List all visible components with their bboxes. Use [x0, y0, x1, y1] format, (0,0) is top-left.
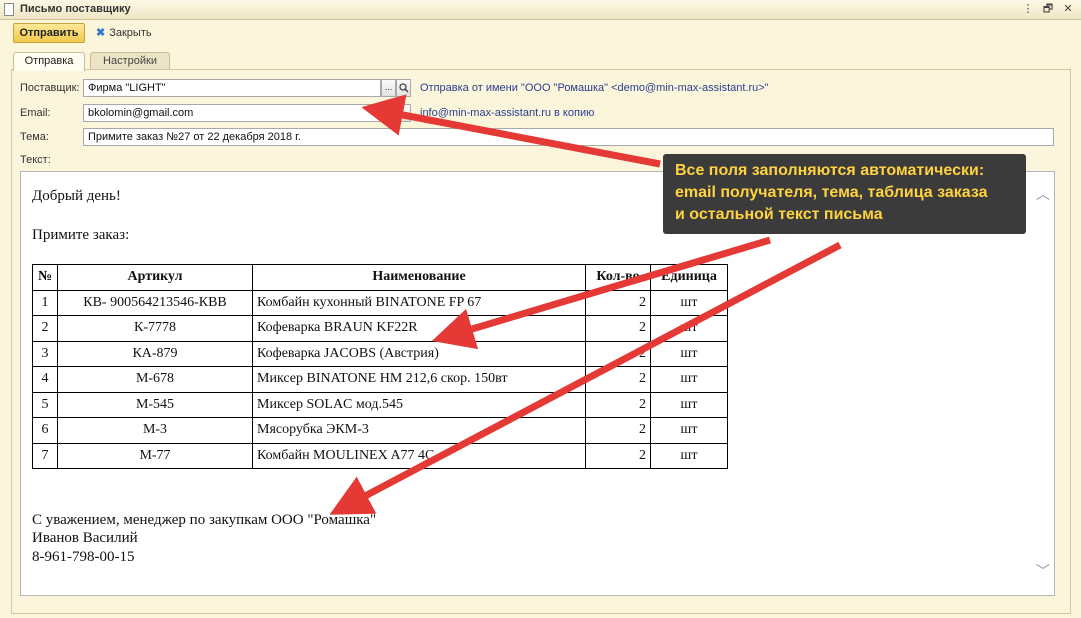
letter-intro: Примите заказ: [32, 227, 130, 243]
supplier-field[interactable]: Фирма "LIGHT" [83, 79, 381, 97]
cell-quantity: 2 [585, 315, 651, 342]
cell-unit: шт [650, 289, 728, 316]
cell-name: Кофеварка BRAUN KF22R [252, 315, 586, 342]
signature-line-3: 8-961-798-00-15 [32, 549, 135, 565]
title-bar: Письмо поставщику ⋮ 🗗 ✕ [0, 0, 1081, 20]
close-button-label: Закрыть [109, 27, 152, 39]
header-unit: Единица [650, 264, 728, 291]
cell-unit: шт [650, 340, 728, 367]
cell-name: Комбайн MOULINEX A77 4C [252, 442, 586, 469]
callout-box: Все поля заполняются автоматически: emai… [663, 154, 1026, 234]
search-icon [398, 83, 409, 93]
callout-line-3: и остальной текст письма [675, 206, 883, 223]
document-icon [4, 3, 14, 16]
cell-number: 3 [32, 340, 58, 367]
subject-label: Тема: [20, 131, 49, 143]
cell-quantity: 2 [585, 391, 651, 418]
cell-unit: шт [650, 315, 728, 342]
supplier-label: Поставщик: [20, 82, 80, 94]
cell-name: Кофеварка JACOBS (Австрия) [252, 340, 586, 367]
scroll-up-icon[interactable]: ︿ [1036, 184, 1050, 204]
cell-quantity: 2 [585, 366, 651, 393]
window-title: Письмо поставщику [20, 3, 131, 15]
toolbar: Отправить ✖ Закрыть [0, 21, 1081, 46]
cell-article: М-545 [57, 391, 253, 418]
subject-field[interactable]: Примите заказ №27 от 22 декабря 2018 г. [83, 128, 1054, 146]
table-row: 1 КВ- 900564213546-КВВ Комбайн кухонный … [32, 289, 728, 316]
cell-quantity: 2 [585, 340, 651, 367]
tab-settings[interactable]: Настройки [90, 52, 170, 70]
cell-name: Миксер BINATONE HM 212,6 скор. 150вт [252, 366, 586, 393]
signature-line-2: Иванов Василий [32, 530, 138, 546]
table-row: 7 М-77 Комбайн MOULINEX A77 4C 2 шт [32, 442, 728, 469]
cell-article: М-77 [57, 442, 253, 469]
cell-unit: шт [650, 417, 728, 444]
cell-number: 7 [32, 442, 58, 469]
close-button[interactable]: ✖ Закрыть [96, 26, 152, 39]
cell-number: 2 [32, 315, 58, 342]
signature-line-1: С уважением, менеджер по закупкам ООО "Р… [32, 512, 377, 528]
cc-note: info@min-max-assistant.ru в копию [420, 107, 595, 119]
cell-name: Миксер SOLAC мод.545 [252, 391, 586, 418]
cell-article: К-7778 [57, 315, 253, 342]
more-options-icon[interactable]: ⋮ [1020, 2, 1036, 17]
tab-sending[interactable]: Отправка [13, 52, 85, 71]
letter-greeting: Добрый день! [32, 188, 121, 204]
supplier-search-button[interactable] [396, 79, 411, 97]
email-select-button[interactable] [396, 104, 411, 122]
cell-quantity: 2 [585, 289, 651, 316]
cell-article: КВ- 900564213546-КВВ [57, 289, 253, 316]
cell-number: 5 [32, 391, 58, 418]
cell-name: Комбайн кухонный BINATONE FP 67 [252, 289, 586, 316]
supplier-select-button[interactable]: ... [381, 79, 396, 97]
cell-unit: шт [650, 366, 728, 393]
header-quantity: Кол-во [585, 264, 651, 291]
close-window-icon[interactable]: ✕ [1060, 2, 1076, 17]
cell-quantity: 2 [585, 417, 651, 444]
letter-text-editor[interactable]: Добрый день! Примите заказ: № Артикул На… [20, 171, 1055, 596]
cell-name: Мясорубка ЭКМ-3 [252, 417, 586, 444]
sender-note: Отправка от имени "ООО "Ромашка" <demo@m… [420, 82, 769, 94]
close-x-icon: ✖ [96, 27, 106, 39]
cell-article: М-678 [57, 366, 253, 393]
cell-number: 4 [32, 366, 58, 393]
cell-number: 1 [32, 289, 58, 316]
table-row: 2 К-7778 Кофеварка BRAUN KF22R 2 шт [32, 315, 728, 342]
cell-quantity: 2 [585, 442, 651, 469]
table-row: 6 М-3 Мясорубка ЭКМ-3 2 шт [32, 417, 728, 444]
restore-window-icon[interactable]: 🗗 [1040, 2, 1056, 17]
table-header-row: № Артикул Наименование Кол-во Единица [32, 264, 728, 291]
text-label: Текст: [20, 154, 51, 166]
cell-article: КА-879 [57, 340, 253, 367]
table-row: 4 М-678 Миксер BINATONE HM 212,6 скор. 1… [32, 366, 728, 393]
cell-unit: шт [650, 391, 728, 418]
order-table: № Артикул Наименование Кол-во Единица 1 … [32, 264, 728, 469]
cell-unit: шт [650, 442, 728, 469]
email-label: Email: [20, 107, 51, 119]
scroll-down-icon[interactable]: ﹀ [1036, 561, 1050, 581]
callout-line-2: email получателя, тема, таблица заказа [675, 184, 988, 201]
header-article: Артикул [57, 264, 253, 291]
cell-article: М-3 [57, 417, 253, 444]
header-number: № [32, 264, 58, 291]
table-row: 3 КА-879 Кофеварка JACOBS (Австрия) 2 шт [32, 340, 728, 367]
send-button[interactable]: Отправить [13, 23, 85, 43]
email-field[interactable]: bkolomin@gmail.com [83, 104, 396, 122]
cell-number: 6 [32, 417, 58, 444]
callout-line-1: Все поля заполняются автоматически: [675, 162, 985, 179]
table-row: 5 М-545 Миксер SOLAC мод.545 2 шт [32, 391, 728, 418]
header-name: Наименование [252, 264, 586, 291]
